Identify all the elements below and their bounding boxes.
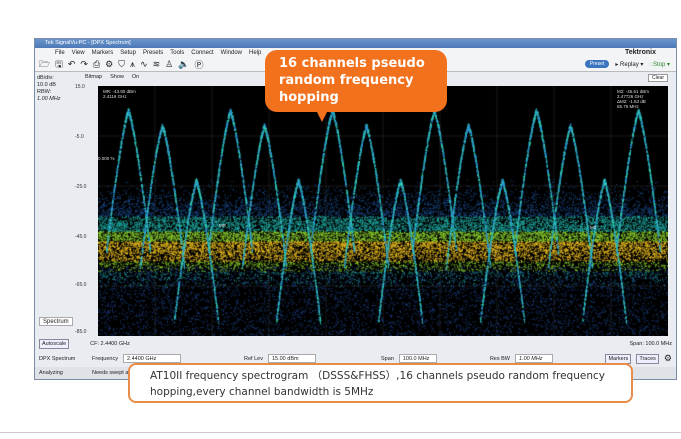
hopping-callout: 16 channels pseudo random frequency hopp… bbox=[265, 50, 447, 112]
frequency-label: Frequency bbox=[92, 355, 118, 362]
percent-label: 0.000 % bbox=[98, 156, 115, 161]
title-bar: Tek SignalVu-PC - [DPX Spectrum] bbox=[35, 39, 676, 48]
menu-markers[interactable]: Markers bbox=[92, 50, 114, 56]
traces-button[interactable]: Traces bbox=[636, 353, 659, 364]
on-label: On bbox=[131, 74, 140, 80]
redo-icon[interactable]: ↷ bbox=[80, 59, 88, 70]
divider bbox=[0, 432, 681, 433]
marker-r-tag[interactable]: MR bbox=[219, 223, 226, 228]
span-input[interactable]: 100.0 MHz bbox=[398, 354, 437, 363]
user-icon[interactable]: ♙ bbox=[165, 59, 173, 70]
acquisition-controls: Preset ▸ Replay ▾ ◌Stop ▾ bbox=[584, 60, 670, 68]
tektronix-logo: Tektronix bbox=[625, 49, 656, 56]
open-icon[interactable]: 🗁 bbox=[39, 57, 50, 73]
rbw-value[interactable]: 1.00 MHz bbox=[37, 96, 61, 103]
marker-2-tag[interactable]: M2 bbox=[590, 225, 596, 230]
y-tick: -65.0 bbox=[75, 282, 87, 288]
settings-gear-icon[interactable]: ⚙ bbox=[664, 353, 672, 364]
gear-icon[interactable]: ⚙ bbox=[105, 59, 113, 70]
menu-help[interactable]: Help bbox=[249, 50, 261, 56]
status-state: Analyzing bbox=[39, 370, 63, 376]
menu-connect[interactable]: Connect bbox=[191, 50, 213, 56]
left-panel: dB/div: 10.0 dB RBW: 1.00 MHz bbox=[37, 75, 61, 103]
y-tick: -25.0 bbox=[75, 184, 87, 190]
span-label: Span bbox=[380, 355, 394, 362]
audio-icon[interactable]: 🔈 bbox=[178, 59, 189, 70]
bitmap-dropdown[interactable]: Bitmap bbox=[85, 74, 102, 80]
db-div-value[interactable]: 10.0 dB bbox=[37, 82, 61, 89]
clear-button[interactable]: Clear bbox=[648, 74, 668, 82]
replay-button[interactable]: ▸ Replay ▾ bbox=[615, 61, 643, 68]
marker-2-readout: M2: -45.61 dBm 2.47726 GHz ΔM2: -1.53 dB 65… bbox=[617, 89, 650, 109]
frequency-input[interactable]: 2.4400 GHz bbox=[123, 354, 181, 363]
trace-mode-select[interactable]: Spectrum bbox=[39, 317, 73, 326]
trace-icon[interactable]: ∿ bbox=[140, 59, 148, 70]
dpx-spectrum-plot[interactable] bbox=[98, 86, 668, 336]
y-tick: 15.0 bbox=[75, 84, 85, 90]
preset-button[interactable]: Preset bbox=[584, 60, 610, 68]
res-bw-label: Res BW bbox=[489, 355, 510, 362]
callout-pointer bbox=[316, 110, 328, 122]
display-options: Bitmap Show On bbox=[85, 74, 139, 80]
menu-file[interactable]: File bbox=[55, 50, 65, 56]
y-tick: -85.0 bbox=[75, 329, 87, 335]
rbw-label: RBW: bbox=[37, 89, 52, 95]
caption-box: AT10II frequency spectrogram （DSSS&FHSS）… bbox=[128, 363, 633, 403]
spectrum-icon[interactable]: ⩚ bbox=[130, 59, 135, 70]
y-tick: -45.0 bbox=[75, 234, 87, 240]
marker-icon[interactable]: ⛉ bbox=[118, 59, 125, 70]
cf-label: CF: 2.4400 GHz bbox=[90, 341, 130, 347]
marker-r-readout: MR: -43.90 dBm 2.4116 GHz bbox=[103, 89, 136, 99]
preset-p-icon[interactable]: Ⓟ bbox=[194, 58, 203, 71]
span-readout: Span: 100.0 MHz bbox=[629, 341, 673, 347]
autoscale-button[interactable]: Autoscale bbox=[39, 339, 70, 349]
menu-view[interactable]: View bbox=[72, 50, 85, 56]
print-icon[interactable]: ⎙ bbox=[93, 59, 100, 70]
show-checkbox[interactable]: Show bbox=[110, 74, 124, 80]
res-bw-input[interactable]: 1.00 MHz bbox=[515, 354, 553, 363]
undo-icon[interactable]: ↶ bbox=[68, 59, 76, 70]
menu-window[interactable]: Window bbox=[221, 50, 242, 56]
menu-presets[interactable]: Presets bbox=[143, 50, 163, 56]
db-div-label: dB/div: bbox=[37, 75, 54, 81]
stop-button[interactable]: ◌Stop ▾ bbox=[649, 61, 670, 68]
waveform-icon[interactable]: ≋ bbox=[153, 59, 161, 70]
ref-lev-label: Ref Lev bbox=[244, 355, 263, 362]
y-tick: -5.0 bbox=[75, 134, 84, 140]
save-icon[interactable]: 🖫 bbox=[55, 57, 63, 73]
menu-tools[interactable]: Tools bbox=[170, 50, 184, 56]
measurement-name: DPX Spectrum bbox=[39, 355, 76, 362]
markers-button[interactable]: Markers bbox=[605, 353, 632, 364]
menu-setup[interactable]: Setup bbox=[120, 50, 136, 56]
ref-lev-input[interactable]: 15.00 dBm bbox=[267, 354, 316, 363]
